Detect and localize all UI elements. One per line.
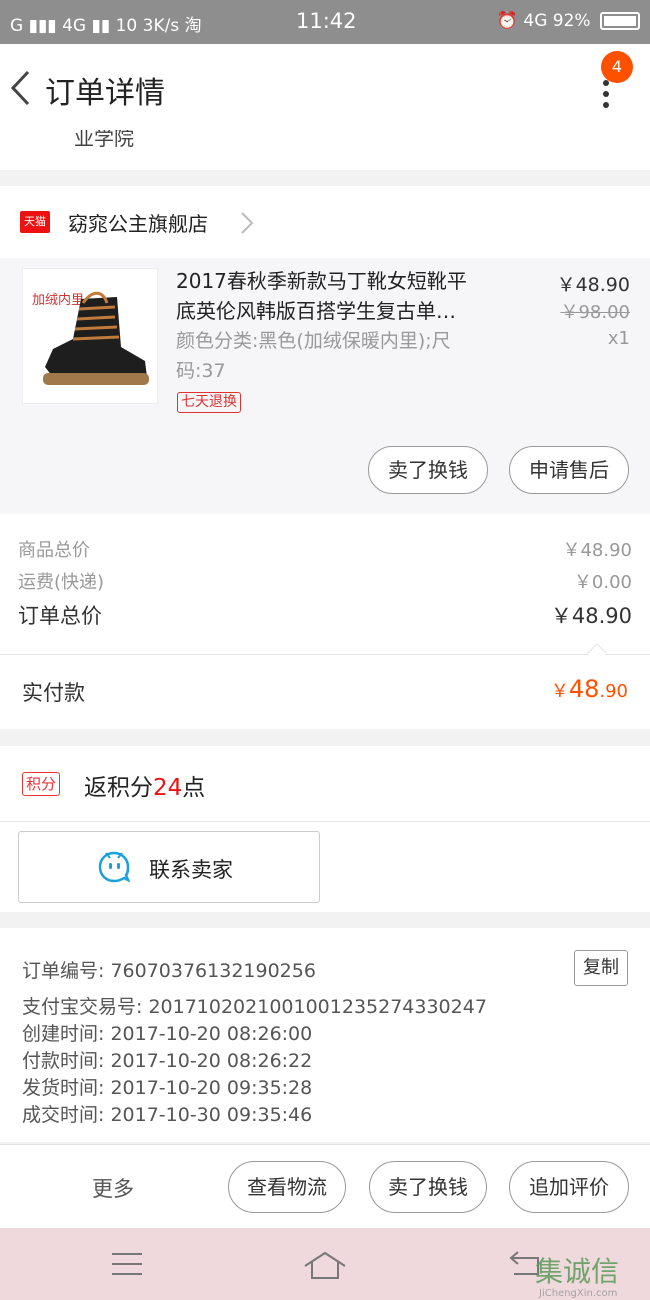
notification-count: 10 [115,16,138,36]
back-arrow-icon[interactable] [8,68,34,108]
sell-button[interactable]: 卖了换钱 [368,446,488,494]
price-summary: 商品总价 ￥48.90 运费(快递) ￥0.00 订单总价 ￥48.90 [0,514,650,656]
goods-total-row: 商品总价 ￥48.90 [18,536,632,562]
view-logistics-button[interactable]: 查看物流 [228,1161,346,1213]
order-total-value: ￥48.90 [550,604,632,628]
shop-name[interactable]: 窈窕公主旗舰店 [68,208,208,237]
item-original-price: ￥98.00 [560,302,630,323]
points-text: 返积分24点 [84,775,206,801]
order-total-label: 订单总价 [18,604,102,628]
shipping-row: 运费(快递) ￥0.00 [18,568,632,594]
after-sale-button[interactable]: 申请售后 [509,446,629,494]
paid-label: 实付款 [22,681,85,705]
product-title[interactable]: 2017春秋季新款马丁靴女短靴平 底英伦风韩版百搭学生复古单… [176,266,496,326]
app-icon: 淘 [184,16,202,36]
battery-icon [600,12,640,30]
order-number: 订单编号: 76070376132190256 [22,960,316,982]
status-left: G ▮▮▮ 4G ▮▮ 10 3K/s 淘 [10,11,202,36]
chat-bubble-icon [98,851,131,883]
paid-row: 实付款 ￥48.90 [0,655,650,729]
address-section: 业学院 [0,130,650,170]
contact-seller-button[interactable]: 联系卖家 [18,831,320,903]
order-total-row: 订单总价 ￥48.90 [18,600,632,630]
shipping-label: 运费(快递) [18,572,105,593]
tmall-logo-icon: 天猫 [20,211,50,233]
chevron-right-icon [241,212,254,234]
watermark-logo: 集诚信 JiChengXin.com [535,1255,620,1299]
signal-bars-icon: ▮▮ [91,16,111,36]
points-tag: 积分 [22,772,61,796]
shop-row[interactable]: 天猫 窈窕公主旗舰店 [0,186,650,258]
status-right: ⏰ 4G 92% [497,11,640,31]
item-quantity: x1 [607,328,630,349]
signal-label: G [10,16,24,36]
return-policy-badge: 七天退换 [177,392,241,413]
net-speed: 3K/s [142,16,180,36]
home-icon[interactable] [303,1250,347,1280]
more-menu-icon[interactable] [596,80,616,110]
network-label: 4G [62,16,87,36]
boot-image [43,291,149,385]
add-review-button[interactable]: 追加评价 [509,1161,629,1213]
goods-total-value: ￥48.90 [562,540,632,561]
alarm-icon: ⏰ [496,11,518,31]
status-bar: G ▮▮▮ 4G ▮▮ 10 3K/s 淘 11:42 ⏰ 4G 92% [0,0,650,44]
product-sku: 颜色分类:黑色(加绒保暖内里);尺码:37 [176,330,451,382]
address-text: 业学院 [74,130,134,150]
contact-seller-label: 联系卖家 [149,858,233,882]
clock: 11:42 [296,9,357,33]
shipped-time: 发货时间: 2017-10-20 09:35:28 [22,1077,313,1099]
menu-icon[interactable] [110,1250,144,1278]
order-item[interactable]: 加绒内里 2017春秋季新款马丁靴女短靴平 底英伦风韩版百搭学生复古单… 颜色分… [0,258,650,514]
completed-time: 成交时间: 2017-10-30 09:35:46 [22,1104,313,1126]
battery-percent: 92% [552,11,591,31]
points-amount: 24 [153,775,183,801]
page-title: 订单详情 [45,76,165,111]
divider [0,821,650,822]
sell-button[interactable]: 卖了换钱 [369,1161,487,1213]
signal-bars-icon: ▮▮▮ [28,16,57,36]
paid-amount: ￥48.90 [550,675,628,703]
goods-total-label: 商品总价 [18,540,90,561]
message-badge: 4 [601,51,633,83]
paid-time: 付款时间: 2017-10-20 08:26:22 [22,1050,313,1072]
points-section: 积分 返积分24点 联系卖家 [0,746,650,912]
shipping-value: ￥0.00 [573,572,632,593]
item-price: ￥48.90 [556,274,630,296]
copy-button[interactable]: 复制 [574,950,628,986]
network-label: 4G [523,11,548,31]
nav-bar: 订单详情 [0,44,650,130]
order-info: 订单编号: 76070376132190256 复制 支付宝交易号: 20171… [0,928,650,1142]
created-time: 创建时间: 2017-10-20 08:26:00 [22,1023,313,1045]
action-bar: 更多 查看物流 卖了换钱 追加评价 [0,1144,650,1228]
alipay-trade-number: 支付宝交易号: 2017102021001001235274330247 [22,996,487,1018]
more-button[interactable]: 更多 [92,1173,134,1203]
product-image[interactable]: 加绒内里 [22,268,158,404]
